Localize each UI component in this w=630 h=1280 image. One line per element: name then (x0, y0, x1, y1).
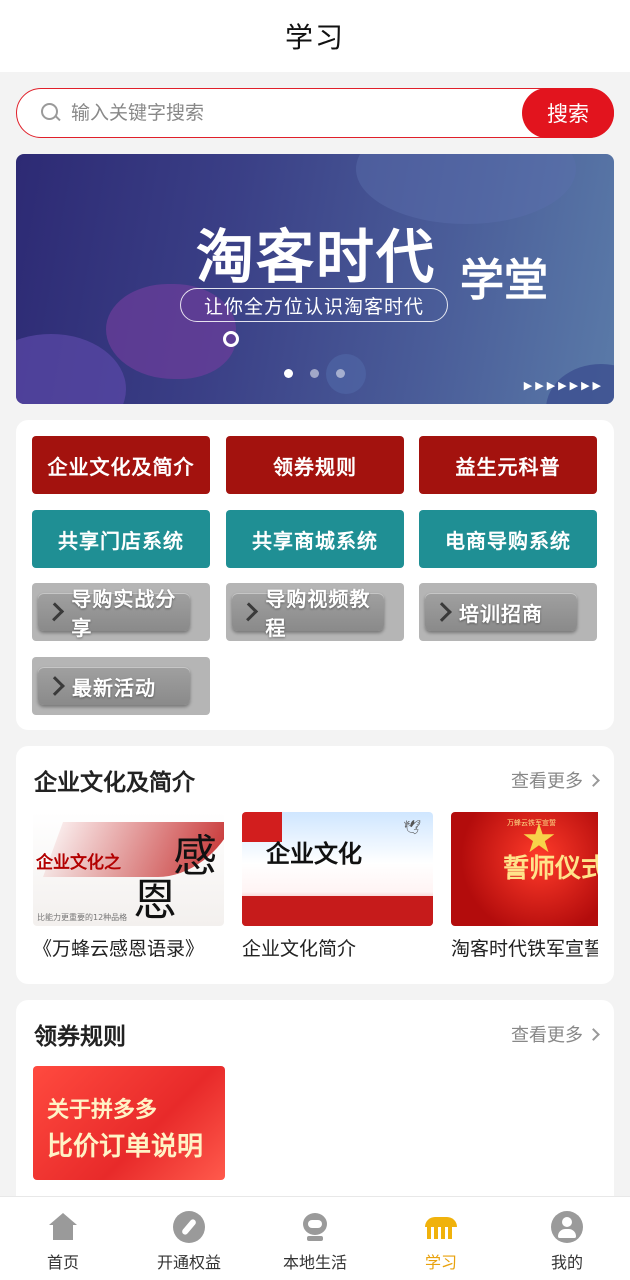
search-icon (41, 103, 61, 123)
menu-button-face: 最新活动 (38, 667, 190, 705)
tab-mine[interactable]: 我的 (504, 1197, 630, 1280)
see-more-link[interactable]: 查看更多 (511, 1021, 600, 1047)
robot-icon (299, 1211, 331, 1243)
tab-label: 开通权益 (156, 1253, 221, 1272)
section-title: 企业文化及简介 (34, 770, 195, 796)
user-icon (551, 1211, 583, 1243)
article-caption[interactable]: 淘客时代铁军宣誓 (451, 934, 598, 961)
chevron-right-icon (432, 602, 452, 622)
dove-icon: 🕊 (403, 820, 421, 836)
menu-button-label: 最新活动 (72, 675, 156, 700)
menu-button-guide-video[interactable]: 导购视频教程 (226, 583, 404, 641)
banner-main-text: 淘客时代 (196, 223, 437, 291)
article-caption[interactable]: 企业文化简介 (242, 934, 442, 961)
menu-button-ecommerce-guide[interactable]: 电商导购系统 (419, 510, 597, 568)
arrows-decoration-icon: ▶▶▶▶▶▶▶ (523, 379, 604, 392)
robot-base (307, 1236, 323, 1241)
see-more-link[interactable]: 查看更多 (511, 767, 600, 793)
section-title: 领券规则 (34, 1024, 126, 1050)
carousel-dot[interactable] (336, 369, 345, 378)
banner-sub-word: 学堂 (460, 255, 548, 306)
carousel-dot[interactable] (284, 369, 293, 378)
search-button[interactable]: 搜索 (522, 88, 614, 138)
article-thumbnail[interactable]: 万蜂云铁军宣誓 ★ 誓师仪式 (451, 812, 598, 926)
tab-benefits[interactable]: 开通权益 (126, 1197, 252, 1280)
banner-carousel[interactable]: 淘客时代 学堂 让你全方位认识淘客时代 ▶▶▶▶▶▶▶ (16, 154, 614, 404)
article-caption[interactable]: 《万蜂云感恩语录》 (33, 934, 233, 961)
tab-label: 本地生活 (282, 1253, 347, 1272)
menu-button-label: 导购视频教程 (265, 587, 371, 640)
menu-button-shared-store[interactable]: 共享门店系统 (32, 510, 210, 568)
thumbnail-text: 誓师仪式 (503, 854, 598, 884)
tab-study[interactable]: 学习 (378, 1197, 504, 1280)
menu-button-label: 导购实战分享 (71, 587, 177, 640)
thumbnail-text: 比能力更重要的12种品格 (37, 913, 128, 922)
compass-icon (173, 1211, 205, 1243)
ring-decoration-icon (223, 331, 239, 347)
section-header: 企业文化及简介 查看更多 (34, 764, 600, 796)
menu-button-face: 培训招商 (425, 593, 577, 631)
thumbnail-text: 恩 (133, 875, 177, 926)
thumbnail-text: 企业文化 (266, 839, 362, 868)
home-icon (47, 1211, 79, 1243)
menu-button-face: 导购视频教程 (232, 587, 384, 640)
menu-grid: 企业文化及简介 领券规则 益生元科普 共享门店系统 共享商城系统 电商导购系统 … (16, 420, 614, 730)
article-thumbnail[interactable]: 🕊 企业文化 (242, 812, 433, 926)
menu-button-culture[interactable]: 企业文化及简介 (32, 436, 210, 494)
thumbnail-text: 感 (173, 831, 217, 882)
chevron-right-icon (239, 602, 259, 622)
thumbnail-text: 关于拼多多 (47, 1098, 158, 1123)
menu-button-guide-sharing[interactable]: 导购实战分享 (32, 583, 210, 641)
see-more-label: 查看更多 (511, 1025, 583, 1046)
menu-button-training[interactable]: 培训招商 (419, 583, 597, 641)
thumbnail-text: 企业文化之 (36, 853, 121, 873)
tab-label: 学习 (424, 1253, 457, 1272)
menu-button-prebiotics[interactable]: 益生元科普 (419, 436, 597, 494)
menu-button-face: 导购实战分享 (38, 587, 190, 640)
tab-label: 我的 (550, 1253, 583, 1272)
city-decoration (242, 896, 433, 926)
search-bar: 搜索 (16, 88, 614, 138)
see-more-label: 查看更多 (511, 771, 583, 792)
chevron-right-icon (45, 676, 65, 696)
chevron-right-icon (45, 602, 65, 622)
chevron-right-icon (587, 773, 600, 787)
carousel-indicators (284, 369, 345, 378)
article-thumbnail[interactable]: 企业文化之 感 恩 比能力更重要的12种品格 (33, 812, 224, 926)
thumbnail-text: 比价订单说明 (47, 1132, 204, 1162)
article-thumbnail[interactable]: 关于拼多多 比价订单说明 (33, 1066, 225, 1180)
bottom-tab-bar: 首页 开通权益 本地生活 学习 我的 (0, 1196, 630, 1280)
tab-local-life[interactable]: 本地生活 (252, 1197, 378, 1280)
menu-button-shared-mall[interactable]: 共享商城系统 (226, 510, 404, 568)
top-header: 学习 (0, 0, 630, 72)
carousel-dot[interactable] (310, 369, 319, 378)
page-title: 学习 (284, 21, 345, 54)
chevron-right-icon (587, 1027, 600, 1041)
menu-button-latest-events[interactable]: 最新活动 (32, 657, 210, 715)
menu-button-coupon-rules[interactable]: 领券规则 (226, 436, 404, 494)
culture-section: 企业文化及简介 查看更多 企业文化之 感 恩 比能力更重要的12种品格 《万蜂云… (16, 746, 614, 984)
banner-tagline: 让你全方位认识淘客时代 (180, 288, 448, 322)
section-header: 领券规则 查看更多 (34, 1018, 600, 1050)
menu-button-label: 培训招商 (459, 601, 543, 626)
study-icon (425, 1211, 457, 1243)
tab-label: 首页 (46, 1253, 79, 1272)
tab-home[interactable]: 首页 (0, 1197, 126, 1280)
